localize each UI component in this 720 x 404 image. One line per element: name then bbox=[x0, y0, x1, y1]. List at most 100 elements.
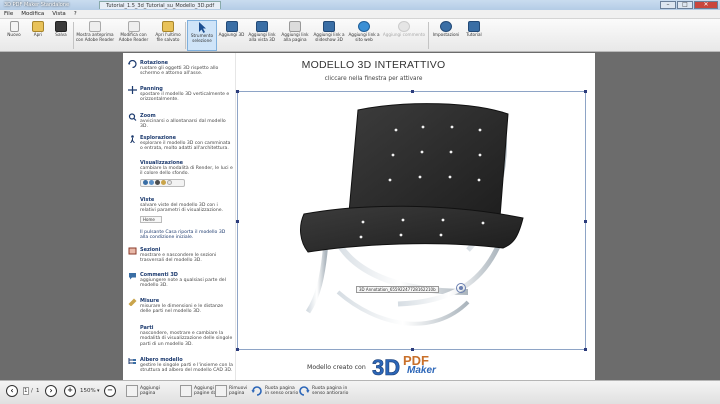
link-slideshow-icon bbox=[323, 21, 335, 32]
rotate-ccw-label: Ruota pagina in senso antiorario bbox=[312, 386, 349, 396]
window-title: 3D PDF Maker Standalone bbox=[4, 2, 70, 8]
page-subtitle: cliccare nella finestra per attivare bbox=[324, 76, 423, 82]
instruction-text: Il pulsante Casa riporta il modello 3D a… bbox=[140, 230, 226, 241]
tutorial-label: Tutorial bbox=[466, 32, 482, 37]
open-last-icon bbox=[162, 21, 174, 32]
maximize-button[interactable]: □ bbox=[677, 1, 693, 9]
rotate-cw-button[interactable]: Ruota pagina in senso orario bbox=[251, 385, 299, 397]
instruction-text: avvicinarsi o allontanarsi dal modello 3… bbox=[140, 119, 226, 130]
link-page-icon bbox=[289, 21, 301, 32]
page-separator: / bbox=[31, 388, 33, 394]
link-web-button[interactable]: Aggiungi link a sito web bbox=[348, 20, 380, 51]
lighting-icon bbox=[149, 180, 154, 186]
instruction-views: Viste salvare viste del modello 3D con i… bbox=[127, 197, 234, 223]
instruction-text: spostare il modello 3D verticalmente e o… bbox=[140, 92, 230, 103]
instruction-rotation: Rotazione ruotare gli oggetti 3D rispett… bbox=[127, 60, 234, 77]
settings-label: Impostazioni bbox=[432, 32, 460, 37]
preview-icon bbox=[89, 21, 101, 32]
edit-reader-icon bbox=[127, 21, 140, 32]
instruction-sections: Sezioni mostrare e nascondere le sezioni… bbox=[127, 247, 234, 264]
instruction-text: aggiungere note a qualsiasi parte del mo… bbox=[140, 278, 226, 289]
document-tab[interactable]: Tutorial_1.5_3d_Tutorial_su_Modello_3D.p… bbox=[99, 1, 222, 9]
menu-help[interactable]: ? bbox=[70, 11, 81, 17]
add-comment-button[interactable]: Aggiungi commento bbox=[382, 20, 426, 51]
render-mode-icon bbox=[143, 180, 148, 186]
resize-handle[interactable] bbox=[584, 348, 587, 351]
tutorial-button[interactable]: Tutorial bbox=[463, 20, 485, 51]
comment-3d-icon bbox=[129, 273, 136, 280]
3d-annotation-tag: 3D Annotation_65592247728162210b bbox=[356, 286, 439, 293]
add-3d-button[interactable]: Aggiungi 3D bbox=[218, 20, 245, 51]
instruction-text: esplorare il modello 3D con camminata o … bbox=[140, 141, 231, 152]
link-3d-view-button[interactable]: Aggiungi link alla vista 3D bbox=[246, 20, 278, 51]
selection-tool-button[interactable]: Strumento selezione bbox=[187, 20, 217, 51]
menu-file[interactable]: File bbox=[0, 11, 17, 17]
resize-handle[interactable] bbox=[411, 348, 414, 351]
3d-chair-model[interactable] bbox=[238, 92, 587, 351]
link-3d-view-label: Aggiungi link alla vista 3D bbox=[248, 32, 276, 42]
resize-handle[interactable] bbox=[584, 90, 587, 93]
open-button[interactable]: Apri bbox=[27, 20, 49, 51]
rotate-cw-icon bbox=[251, 386, 262, 396]
background-color-icon bbox=[155, 180, 160, 186]
instruction-explore: Esplorazione esplorare il modello 3D con… bbox=[127, 135, 234, 152]
add-page-button[interactable]: Aggiungi pagina bbox=[126, 385, 166, 397]
save-icon bbox=[55, 21, 67, 32]
add-page-label: Aggiungi pagina bbox=[140, 386, 160, 396]
preview-reader-button[interactable]: Mostra anteprima con Adobe Reader bbox=[75, 20, 115, 51]
resize-handle[interactable] bbox=[584, 220, 587, 223]
new-label: Nuovo bbox=[7, 32, 21, 37]
rotate-ccw-button[interactable]: Ruota pagina in senso antiorario bbox=[298, 385, 350, 397]
settings-icon bbox=[440, 21, 452, 32]
pdf-page[interactable]: Rotazione ruotare gli oggetti 3D rispett… bbox=[123, 53, 595, 380]
minimize-button[interactable]: – bbox=[660, 1, 676, 9]
remove-page-button[interactable]: Rimuovi pagina bbox=[215, 385, 247, 397]
settings-button[interactable]: Impostazioni bbox=[431, 20, 461, 51]
resize-handle[interactable] bbox=[236, 220, 239, 223]
walk-icon bbox=[130, 135, 135, 143]
resize-handle[interactable] bbox=[236, 348, 239, 351]
ruler-icon bbox=[128, 298, 137, 306]
save-label: Salva bbox=[55, 32, 67, 37]
close-button[interactable]: ✕ bbox=[694, 1, 718, 9]
instruction-text: nascondere, mostrare e cambiare la modal… bbox=[140, 331, 233, 347]
zoom-out-button[interactable]: − bbox=[104, 385, 116, 397]
add-3d-icon bbox=[225, 21, 238, 32]
zoom-level[interactable]: 150% bbox=[80, 388, 96, 394]
link-slideshow-button[interactable]: Aggiungi link a slideshow 3D bbox=[311, 20, 347, 51]
instruction-text: salvare viste del modello 3D con i relat… bbox=[140, 203, 224, 214]
selection-tool-label: Strumento selezione bbox=[190, 33, 214, 43]
toolbar-separator bbox=[428, 22, 429, 49]
zoom-icon bbox=[128, 113, 137, 121]
rotate-ccw-icon bbox=[299, 386, 310, 396]
instruction-text: mostrare e nascondere le sezioni trasver… bbox=[140, 253, 217, 264]
toolbar: Nuovo Apri Salva Mostra anteprima con Ad… bbox=[0, 19, 720, 52]
previous-page-button[interactable]: ‹ bbox=[6, 385, 18, 397]
instruction-home: Il pulsante Casa riporta il modello 3D a… bbox=[127, 230, 234, 241]
rotate-icon bbox=[128, 60, 137, 68]
folder-open-icon bbox=[32, 21, 44, 32]
render-toolbar-preview bbox=[140, 178, 185, 187]
link-web-label: Aggiungi link a sito web bbox=[348, 32, 380, 42]
chevron-left-icon: ‹ bbox=[10, 386, 14, 395]
resize-handle[interactable] bbox=[411, 90, 414, 93]
resize-handle[interactable] bbox=[236, 90, 239, 93]
open-last-button[interactable]: Apri l'ultimo file salvato bbox=[152, 20, 184, 51]
menu-bar: File Modifica Vista ? bbox=[0, 10, 720, 19]
menu-vista[interactable]: Vista bbox=[48, 11, 70, 17]
pan-icon bbox=[128, 86, 137, 94]
instruction-comments: Commenti 3D aggiungere note a qualsiasi … bbox=[127, 272, 234, 289]
zoom-in-button[interactable]: + bbox=[64, 385, 76, 397]
toolbar-separator bbox=[73, 22, 74, 49]
save-button[interactable]: Salva bbox=[51, 20, 71, 51]
menu-modifica[interactable]: Modifica bbox=[17, 11, 48, 17]
3d-annotation-frame[interactable]: 3D Annotation_65592247728162210b bbox=[236, 90, 587, 351]
page-current: 1 bbox=[24, 388, 28, 394]
page-title: MODELLO 3D INTERATTIVO bbox=[301, 59, 446, 71]
zoom-dropdown-icon[interactable]: ▾ bbox=[97, 388, 100, 394]
edit-reader-button[interactable]: Modifica con Adobe Reader bbox=[117, 20, 150, 51]
home-view-box: Home bbox=[140, 215, 162, 223]
link-page-button[interactable]: Aggiungi link alla pagina bbox=[280, 20, 310, 51]
next-page-button[interactable]: › bbox=[45, 385, 57, 397]
new-button[interactable]: Nuovo bbox=[3, 20, 25, 51]
